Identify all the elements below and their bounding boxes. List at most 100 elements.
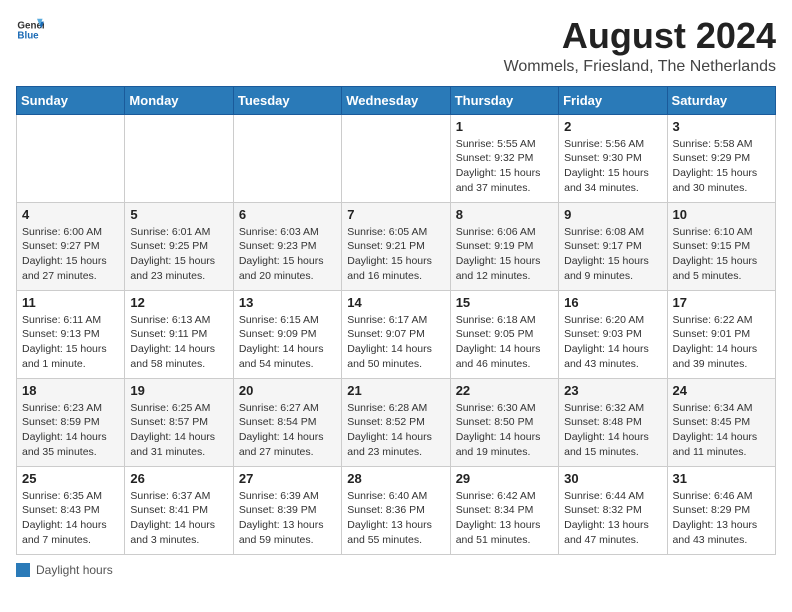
calendar-day-cell: 7 Sunrise: 6:05 AM Sunset: 9:21 PM Daylig… [342,202,450,290]
legend-color-box [16,563,30,577]
day-info: Sunrise: 6:25 AM Sunset: 8:57 PM Dayligh… [130,401,227,460]
day-number: 18 [22,383,119,398]
day-number: 7 [347,207,444,222]
day-number: 8 [456,207,553,222]
calendar-day-cell: 27Sunrise: 6:39 AM Sunset: 8:39 PM Dayli… [233,466,341,554]
day-number: 26 [130,471,227,486]
day-info: Sunrise: 6:23 AM Sunset: 8:59 PM Dayligh… [22,401,119,460]
day-number: 21 [347,383,444,398]
day-info: Sunrise: 6:28 AM Sunset: 8:52 PM Dayligh… [347,401,444,460]
logo: General Blue [16,16,44,44]
day-info: Sunrise: 6:27 AM Sunset: 8:54 PM Dayligh… [239,401,336,460]
day-info: Sunrise: 6:01 AM Sunset: 9:25 PM Dayligh… [130,225,227,284]
calendar-day-cell: 18 Sunrise: 6:23 AM Sunset: 8:59 PM Dayli… [17,378,125,466]
legend-label: Daylight hours [36,563,113,577]
calendar-week-row: 25 Sunrise: 6:35 AM Sunset: 8:43 PM Dayli… [17,466,776,554]
day-info: Sunrise: 6:11 AM Sunset: 9:13 PM Dayligh… [22,313,119,372]
calendar-day-cell: 22 Sunrise: 6:30 AM Sunset: 8:50 PM Dayli… [450,378,558,466]
calendar-day-cell: 21 Sunrise: 6:28 AM Sunset: 8:52 PM Dayli… [342,378,450,466]
day-info: Sunrise: 6:08 AM Sunset: 9:17 PM Dayligh… [564,225,661,284]
day-number: 5 [130,207,227,222]
calendar-day-cell: 28Sunrise: 6:40 AM Sunset: 8:36 PM Dayli… [342,466,450,554]
weekday-header-cell: Tuesday [233,86,341,114]
calendar-day-cell [233,114,341,202]
calendar-day-cell: 16 Sunrise: 6:20 AM Sunset: 9:03 PM Dayli… [559,290,667,378]
calendar-header-row: SundayMondayTuesdayWednesdayThursdayFrid… [17,86,776,114]
day-info: Sunrise: 6:34 AM Sunset: 8:45 PM Dayligh… [673,401,770,460]
calendar-day-cell: 26Sunrise: 6:37 AM Sunset: 8:41 PM Dayli… [125,466,233,554]
calendar-day-cell: 4Sunrise: 6:00 AM Sunset: 9:27 PM Daylig… [17,202,125,290]
day-number: 20 [239,383,336,398]
calendar-day-cell: 19 Sunrise: 6:25 AM Sunset: 8:57 PM Dayli… [125,378,233,466]
day-info: Sunrise: 6:15 AM Sunset: 9:09 PM Dayligh… [239,313,336,372]
calendar-day-cell: 13 Sunrise: 6:15 AM Sunset: 9:09 PM Dayli… [233,290,341,378]
calendar-day-cell [342,114,450,202]
calendar-week-row: 11Sunrise: 6:11 AM Sunset: 9:13 PM Dayli… [17,290,776,378]
weekday-header-cell: Friday [559,86,667,114]
day-number: 17 [673,295,770,310]
day-number: 19 [130,383,227,398]
day-number: 29 [456,471,553,486]
day-info: Sunrise: 6:17 AM Sunset: 9:07 PM Dayligh… [347,313,444,372]
day-number: 9 [564,207,661,222]
day-info: Sunrise: 5:56 AM Sunset: 9:30 PM Dayligh… [564,137,661,196]
calendar-day-cell: 11Sunrise: 6:11 AM Sunset: 9:13 PM Dayli… [17,290,125,378]
logo-icon: General Blue [16,16,44,44]
calendar-day-cell: 15 Sunrise: 6:18 AM Sunset: 9:05 PM Dayli… [450,290,558,378]
day-info: Sunrise: 6:46 AM Sunset: 8:29 PM Dayligh… [673,489,770,548]
day-info: Sunrise: 6:18 AM Sunset: 9:05 PM Dayligh… [456,313,553,372]
calendar-week-row: 4Sunrise: 6:00 AM Sunset: 9:27 PM Daylig… [17,202,776,290]
day-number: 6 [239,207,336,222]
day-number: 12 [130,295,227,310]
day-info: Sunrise: 6:40 AM Sunset: 8:36 PM Dayligh… [347,489,444,548]
weekday-header-cell: Thursday [450,86,558,114]
day-info: Sunrise: 5:58 AM Sunset: 9:29 PM Dayligh… [673,137,770,196]
day-number: 15 [456,295,553,310]
day-info: Sunrise: 6:20 AM Sunset: 9:03 PM Dayligh… [564,313,661,372]
calendar-day-cell [17,114,125,202]
day-info: Sunrise: 6:03 AM Sunset: 9:23 PM Dayligh… [239,225,336,284]
day-info: Sunrise: 6:35 AM Sunset: 8:43 PM Dayligh… [22,489,119,548]
calendar-day-cell: 23Sunrise: 6:32 AM Sunset: 8:48 PM Dayli… [559,378,667,466]
calendar-day-cell: 30 Sunrise: 6:44 AM Sunset: 8:32 PM Dayli… [559,466,667,554]
day-number: 25 [22,471,119,486]
day-number: 13 [239,295,336,310]
day-info: Sunrise: 6:13 AM Sunset: 9:11 PM Dayligh… [130,313,227,372]
svg-text:Blue: Blue [17,30,39,41]
day-number: 4 [22,207,119,222]
location-subtitle: Wommels, Friesland, The Netherlands [504,58,776,76]
weekday-header-cell: Sunday [17,86,125,114]
legend: Daylight hours [16,563,776,577]
calendar-day-cell: 3 Sunrise: 5:58 AM Sunset: 9:29 PM Daylig… [667,114,775,202]
weekday-header-cell: Wednesday [342,86,450,114]
day-info: Sunrise: 6:30 AM Sunset: 8:50 PM Dayligh… [456,401,553,460]
day-number: 23 [564,383,661,398]
calendar-day-cell: 6 Sunrise: 6:03 AM Sunset: 9:23 PM Daylig… [233,202,341,290]
calendar-day-cell: 12 Sunrise: 6:13 AM Sunset: 9:11 PM Dayli… [125,290,233,378]
title-area: August 2024 Wommels, Friesland, The Neth… [504,16,776,76]
day-info: Sunrise: 6:39 AM Sunset: 8:39 PM Dayligh… [239,489,336,548]
day-number: 31 [673,471,770,486]
calendar-week-row: 1Sunrise: 5:55 AM Sunset: 9:32 PM Daylig… [17,114,776,202]
calendar-body: 1Sunrise: 5:55 AM Sunset: 9:32 PM Daylig… [17,114,776,554]
day-number: 22 [456,383,553,398]
day-number: 3 [673,119,770,134]
day-info: Sunrise: 6:05 AM Sunset: 9:21 PM Dayligh… [347,225,444,284]
day-info: Sunrise: 6:44 AM Sunset: 8:32 PM Dayligh… [564,489,661,548]
month-title: August 2024 [504,16,776,56]
calendar-week-row: 18 Sunrise: 6:23 AM Sunset: 8:59 PM Dayli… [17,378,776,466]
calendar-day-cell: 1Sunrise: 5:55 AM Sunset: 9:32 PM Daylig… [450,114,558,202]
calendar-day-cell: 29Sunrise: 6:42 AM Sunset: 8:34 PM Dayli… [450,466,558,554]
calendar-day-cell: 5 Sunrise: 6:01 AM Sunset: 9:25 PM Daylig… [125,202,233,290]
day-info: Sunrise: 6:22 AM Sunset: 9:01 PM Dayligh… [673,313,770,372]
day-number: 30 [564,471,661,486]
day-number: 16 [564,295,661,310]
calendar-table: SundayMondayTuesdayWednesdayThursdayFrid… [16,86,776,555]
calendar-day-cell: 9 Sunrise: 6:08 AM Sunset: 9:17 PM Daylig… [559,202,667,290]
calendar-day-cell: 2Sunrise: 5:56 AM Sunset: 9:30 PM Daylig… [559,114,667,202]
day-info: Sunrise: 5:55 AM Sunset: 9:32 PM Dayligh… [456,137,553,196]
calendar-day-cell: 10Sunrise: 6:10 AM Sunset: 9:15 PM Dayli… [667,202,775,290]
calendar-day-cell [125,114,233,202]
page-header: General Blue August 2024 Wommels, Friesl… [16,16,776,76]
calendar-day-cell: 20 Sunrise: 6:27 AM Sunset: 8:54 PM Dayli… [233,378,341,466]
